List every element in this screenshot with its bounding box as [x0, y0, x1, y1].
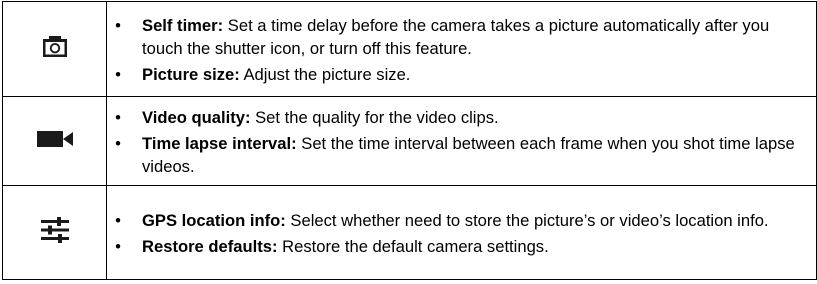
list-item-restore-defaults: • Restore defaults: Restore the default … — [107, 235, 806, 258]
term-label: Self timer: — [142, 15, 224, 35]
bullet-dot: • — [115, 15, 121, 35]
term-description: Adjust the picture size. — [239, 64, 411, 84]
video-camera-icon — [36, 129, 74, 149]
bullet-dot: • — [115, 64, 121, 84]
table-row-video: • Video quality: Set the quality for the… — [2, 96, 817, 186]
list-item-gps-location-info: • GPS location info: Select whether need… — [107, 209, 806, 232]
description-cell: • Self timer: Set a time delay before th… — [106, 1, 817, 97]
bullet-dot: • — [115, 236, 121, 256]
description-cell: • Video quality: Set the quality for the… — [106, 96, 817, 186]
bullet-list: • Self timer: Set a time delay before th… — [107, 13, 816, 86]
bullet-list: • Video quality: Set the quality for the… — [107, 105, 816, 178]
term-description: Set a time delay before the camera takes… — [142, 15, 770, 58]
list-item-picture-size: • Picture size: Adjust the picture size. — [107, 63, 806, 86]
list-item-time-lapse-interval: • Time lapse interval: Set the time inte… — [107, 132, 806, 178]
bullet-dot: • — [115, 133, 121, 153]
term-description: Select whether need to store the picture… — [285, 210, 769, 230]
list-item-self-timer: • Self timer: Set a time delay before th… — [107, 14, 806, 60]
term-label: GPS location info: — [142, 210, 286, 230]
term-description: Restore the default camera settings. — [277, 236, 549, 256]
bullet-list: • GPS location info: Select whether need… — [107, 208, 816, 258]
description-cell: • GPS location info: Select whether need… — [106, 185, 817, 280]
bullet-dot: • — [115, 107, 121, 127]
icon-cell — [2, 185, 107, 280]
settings-table: • Self timer: Set a time delay before th… — [2, 1, 817, 280]
table-row-settings: • GPS location info: Select whether need… — [2, 185, 817, 280]
term-label: Video quality: — [142, 107, 251, 127]
term-label: Restore defaults: — [142, 236, 278, 256]
settings-sliders-icon — [40, 217, 70, 243]
list-item-video-quality: • Video quality: Set the quality for the… — [107, 106, 806, 129]
bullet-dot: • — [115, 210, 121, 230]
camera-icon — [41, 35, 69, 59]
icon-cell — [2, 1, 107, 97]
term-description: Set the quality for the video clips. — [250, 107, 499, 127]
term-label: Time lapse interval: — [142, 133, 297, 153]
icon-cell — [2, 96, 107, 186]
term-label: Picture size: — [142, 64, 240, 84]
table-row-camera: • Self timer: Set a time delay before th… — [2, 1, 817, 97]
